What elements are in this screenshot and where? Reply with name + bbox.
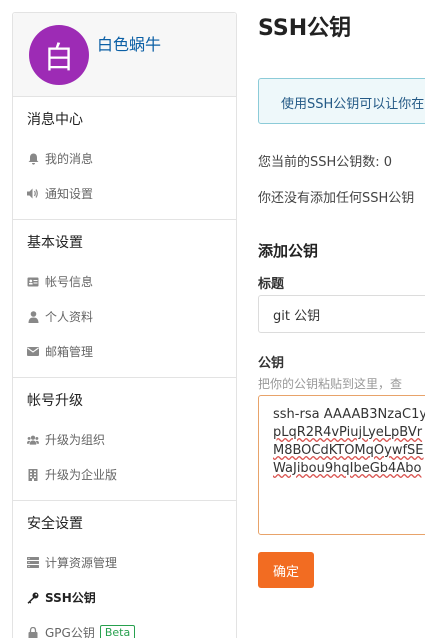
sidebar-item-email[interactable]: 邮箱管理 bbox=[13, 334, 236, 369]
sidebar-item-ssh-keys[interactable]: SSH公钥 bbox=[13, 580, 236, 615]
public-key-textarea[interactable]: ssh-rsa AAAAB3NzaC1y pLqR2R4vPiujLyeLpBVr… bbox=[258, 395, 425, 535]
group-title: 消息中心 bbox=[27, 112, 83, 128]
nav-group-basic: 基本设置 帐号信息 个人资料 邮箱管理 bbox=[13, 220, 236, 378]
sidebar-item-label: 通知设置 bbox=[45, 187, 94, 201]
key-line: pLqR2R4vPiujLyeLpBVr bbox=[273, 425, 423, 440]
sidebar-item-label: SSH公钥 bbox=[45, 591, 96, 605]
beta-badge: Beta bbox=[99, 624, 136, 638]
key-line: WaJibou9hqIbeGb4Abo bbox=[273, 461, 422, 476]
sidebar-item-label: GPG公钥 bbox=[45, 626, 95, 638]
profile-header: 白 白色蜗牛 bbox=[13, 13, 236, 97]
empty-state-text: 你还没有添加任何SSH公钥 bbox=[258, 191, 415, 206]
sidebar-item-notification-settings[interactable]: 通知设置 bbox=[13, 176, 236, 211]
sidebar-item-label: 计算资源管理 bbox=[45, 556, 118, 570]
sidebar-item-my-messages[interactable]: 我的消息 bbox=[13, 141, 236, 176]
sidebar-item-upgrade-enterprise[interactable]: 升级为企业版 bbox=[13, 457, 236, 492]
building-icon bbox=[27, 468, 39, 481]
submit-button[interactable]: 确定 bbox=[258, 552, 314, 588]
key-line: ssh-rsa AAAAB3NzaC1y bbox=[273, 407, 425, 422]
group-title: 帐号升级 bbox=[27, 393, 83, 409]
key-count-text: 您当前的SSH公钥数: 0 bbox=[258, 155, 393, 170]
user-icon bbox=[27, 310, 39, 323]
sidebar-item-label: 我的消息 bbox=[45, 152, 94, 166]
nav-group-upgrade: 帐号升级 升级为组织 升级为企业版 bbox=[13, 378, 236, 501]
envelope-icon bbox=[27, 346, 39, 358]
title-field-label: 标题 bbox=[258, 277, 285, 292]
sidebar-item-label: 邮箱管理 bbox=[45, 345, 94, 359]
key-field-label: 公钥 bbox=[258, 356, 285, 371]
group-title: 基本设置 bbox=[27, 235, 83, 251]
nav-group-messages: 消息中心 我的消息 通知设置 bbox=[13, 97, 236, 220]
key-icon bbox=[27, 592, 39, 604]
server-icon bbox=[27, 557, 39, 569]
sidebar-item-label: 升级为企业版 bbox=[45, 468, 118, 482]
nav-group-security: 安全设置 计算资源管理 SSH公钥 GPG公钥 Beta bbox=[13, 501, 236, 638]
sidebar-item-compute-resources[interactable]: 计算资源管理 bbox=[13, 545, 236, 580]
key-title-input[interactable] bbox=[258, 295, 425, 333]
lock-icon bbox=[27, 626, 39, 638]
sidebar-item-gpg-keys[interactable]: GPG公钥 Beta bbox=[13, 615, 236, 638]
sidebar-item-label: 个人资料 bbox=[45, 310, 94, 324]
id-card-icon bbox=[27, 276, 39, 288]
key-field-help: 把你的公钥粘贴到这里，查 bbox=[258, 377, 403, 391]
add-key-heading: 添加公钥 bbox=[258, 242, 319, 260]
username-link[interactable]: 白色蜗牛 bbox=[97, 31, 161, 55]
avatar[interactable]: 白 bbox=[29, 25, 89, 85]
sidebar-item-label: 帐号信息 bbox=[45, 275, 94, 289]
sidebar-item-upgrade-org[interactable]: 升级为组织 bbox=[13, 422, 236, 457]
info-alert-text: 使用SSH公钥可以让你在 bbox=[281, 97, 425, 112]
page-title: SSH公钥 bbox=[258, 16, 352, 41]
sidebar-item-profile[interactable]: 个人资料 bbox=[13, 299, 236, 334]
key-line: M8BOCdKTOMqOywfSE bbox=[273, 443, 424, 458]
info-alert: 使用SSH公钥可以让你在 bbox=[258, 78, 425, 124]
sidebar-item-account-info[interactable]: 帐号信息 bbox=[13, 264, 236, 299]
bell-icon bbox=[27, 153, 39, 165]
volume-icon bbox=[27, 188, 39, 200]
group-title: 安全设置 bbox=[27, 516, 83, 532]
users-icon bbox=[27, 434, 39, 446]
settings-sidebar: 白 白色蜗牛 消息中心 我的消息 通知设置 基本设置 帐号信息 个人资料 邮箱管… bbox=[12, 12, 237, 638]
sidebar-item-label: 升级为组织 bbox=[45, 433, 106, 447]
main-content: SSH公钥 使用SSH公钥可以让你在 您当前的SSH公钥数: 0 你还没有添加任… bbox=[258, 0, 425, 638]
